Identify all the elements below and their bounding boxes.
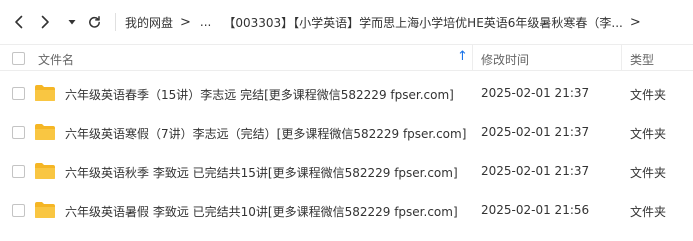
file-row[interactable]: 六年级英语秋季 李致远 已完结共15讲[更多课程微信582229 fpser.c… <box>0 152 693 190</box>
back-button[interactable] <box>5 8 33 36</box>
file-modified: 2025-02-01 21:56 <box>481 203 590 217</box>
forward-button[interactable] <box>31 8 59 36</box>
column-name-header[interactable]: 文件名 <box>38 51 74 68</box>
refresh-button[interactable] <box>82 8 106 36</box>
row-checkbox[interactable] <box>12 126 25 139</box>
chevron-left-icon <box>15 15 23 29</box>
file-name[interactable]: 六年级英语暑假 李致远 已完结共10讲[更多课程微信582229 fpser.c… <box>65 203 458 220</box>
column-divider[interactable] <box>472 45 473 70</box>
column-modified-header[interactable]: 修改时间 <box>481 51 529 68</box>
file-modified: 2025-02-01 21:37 <box>481 86 590 100</box>
chevron-right-icon <box>41 15 49 29</box>
file-row[interactable]: 六年级英语暑假 李致远 已完结共10讲[更多课程微信582229 fpser.c… <box>0 191 693 229</box>
folder-icon <box>35 85 55 101</box>
breadcrumb-current: 【003303】【小学英语】学而思上海小学培优HE英语6年级暑秋寒春（李... <box>223 15 623 30</box>
file-name[interactable]: 六年级英语春季（15讲）李志远 完结[更多课程微信582229 fpser.co… <box>65 86 454 103</box>
caret-down-icon <box>68 20 76 25</box>
toolbar-divider <box>115 13 116 31</box>
file-modified: 2025-02-01 21:37 <box>481 125 590 139</box>
row-checkbox[interactable] <box>12 165 25 178</box>
breadcrumb-expand-icon[interactable]: > <box>630 15 641 30</box>
breadcrumb-root[interactable]: 我的网盘 <box>125 14 173 31</box>
row-checkbox[interactable] <box>12 87 25 100</box>
column-type-header[interactable]: 类型 <box>630 51 654 68</box>
breadcrumb-separator-icon: > <box>180 14 191 30</box>
file-type: 文件夹 <box>630 205 667 219</box>
refresh-icon <box>88 15 100 28</box>
file-name[interactable]: 六年级英语秋季 李致远 已完结共15讲[更多课程微信582229 fpser.c… <box>65 164 458 181</box>
folder-icon <box>35 202 55 218</box>
column-header: 文件名 ↑ 修改时间 类型 <box>0 44 693 71</box>
arrow-up-icon[interactable]: ↑ <box>457 49 468 64</box>
file-browser: 我的网盘 > ... 【003303】【小学英语】学而思上海小学培优HE英语6年… <box>0 0 693 241</box>
file-row[interactable]: 六年级英语春季（15讲）李志远 完结[更多课程微信582229 fpser.co… <box>0 74 693 112</box>
file-row[interactable]: 六年级英语寒假（7讲）李志远（完结）[更多课程微信582229 fpser.co… <box>0 113 693 151</box>
row-checkbox[interactable] <box>12 204 25 217</box>
folder-icon <box>35 124 55 140</box>
breadcrumb-ellipsis[interactable]: ... <box>200 15 211 29</box>
file-name[interactable]: 六年级英语寒假（7讲）李志远（完结）[更多课程微信582229 fpser.co… <box>65 125 466 142</box>
navigation-bar: 我的网盘 > ... 【003303】【小学英语】学而思上海小学培优HE英语6年… <box>0 0 693 44</box>
file-modified: 2025-02-01 21:37 <box>481 164 590 178</box>
breadcrumb: 我的网盘 > ... 【003303】【小学英语】学而思上海小学培优HE英语6年… <box>125 0 693 44</box>
column-divider[interactable] <box>621 45 622 70</box>
file-type: 文件夹 <box>630 166 667 180</box>
history-dropdown-button[interactable] <box>62 8 82 36</box>
folder-icon <box>35 163 55 179</box>
file-type: 文件夹 <box>630 88 667 102</box>
select-all-checkbox[interactable] <box>12 52 25 65</box>
file-type: 文件夹 <box>630 127 667 141</box>
